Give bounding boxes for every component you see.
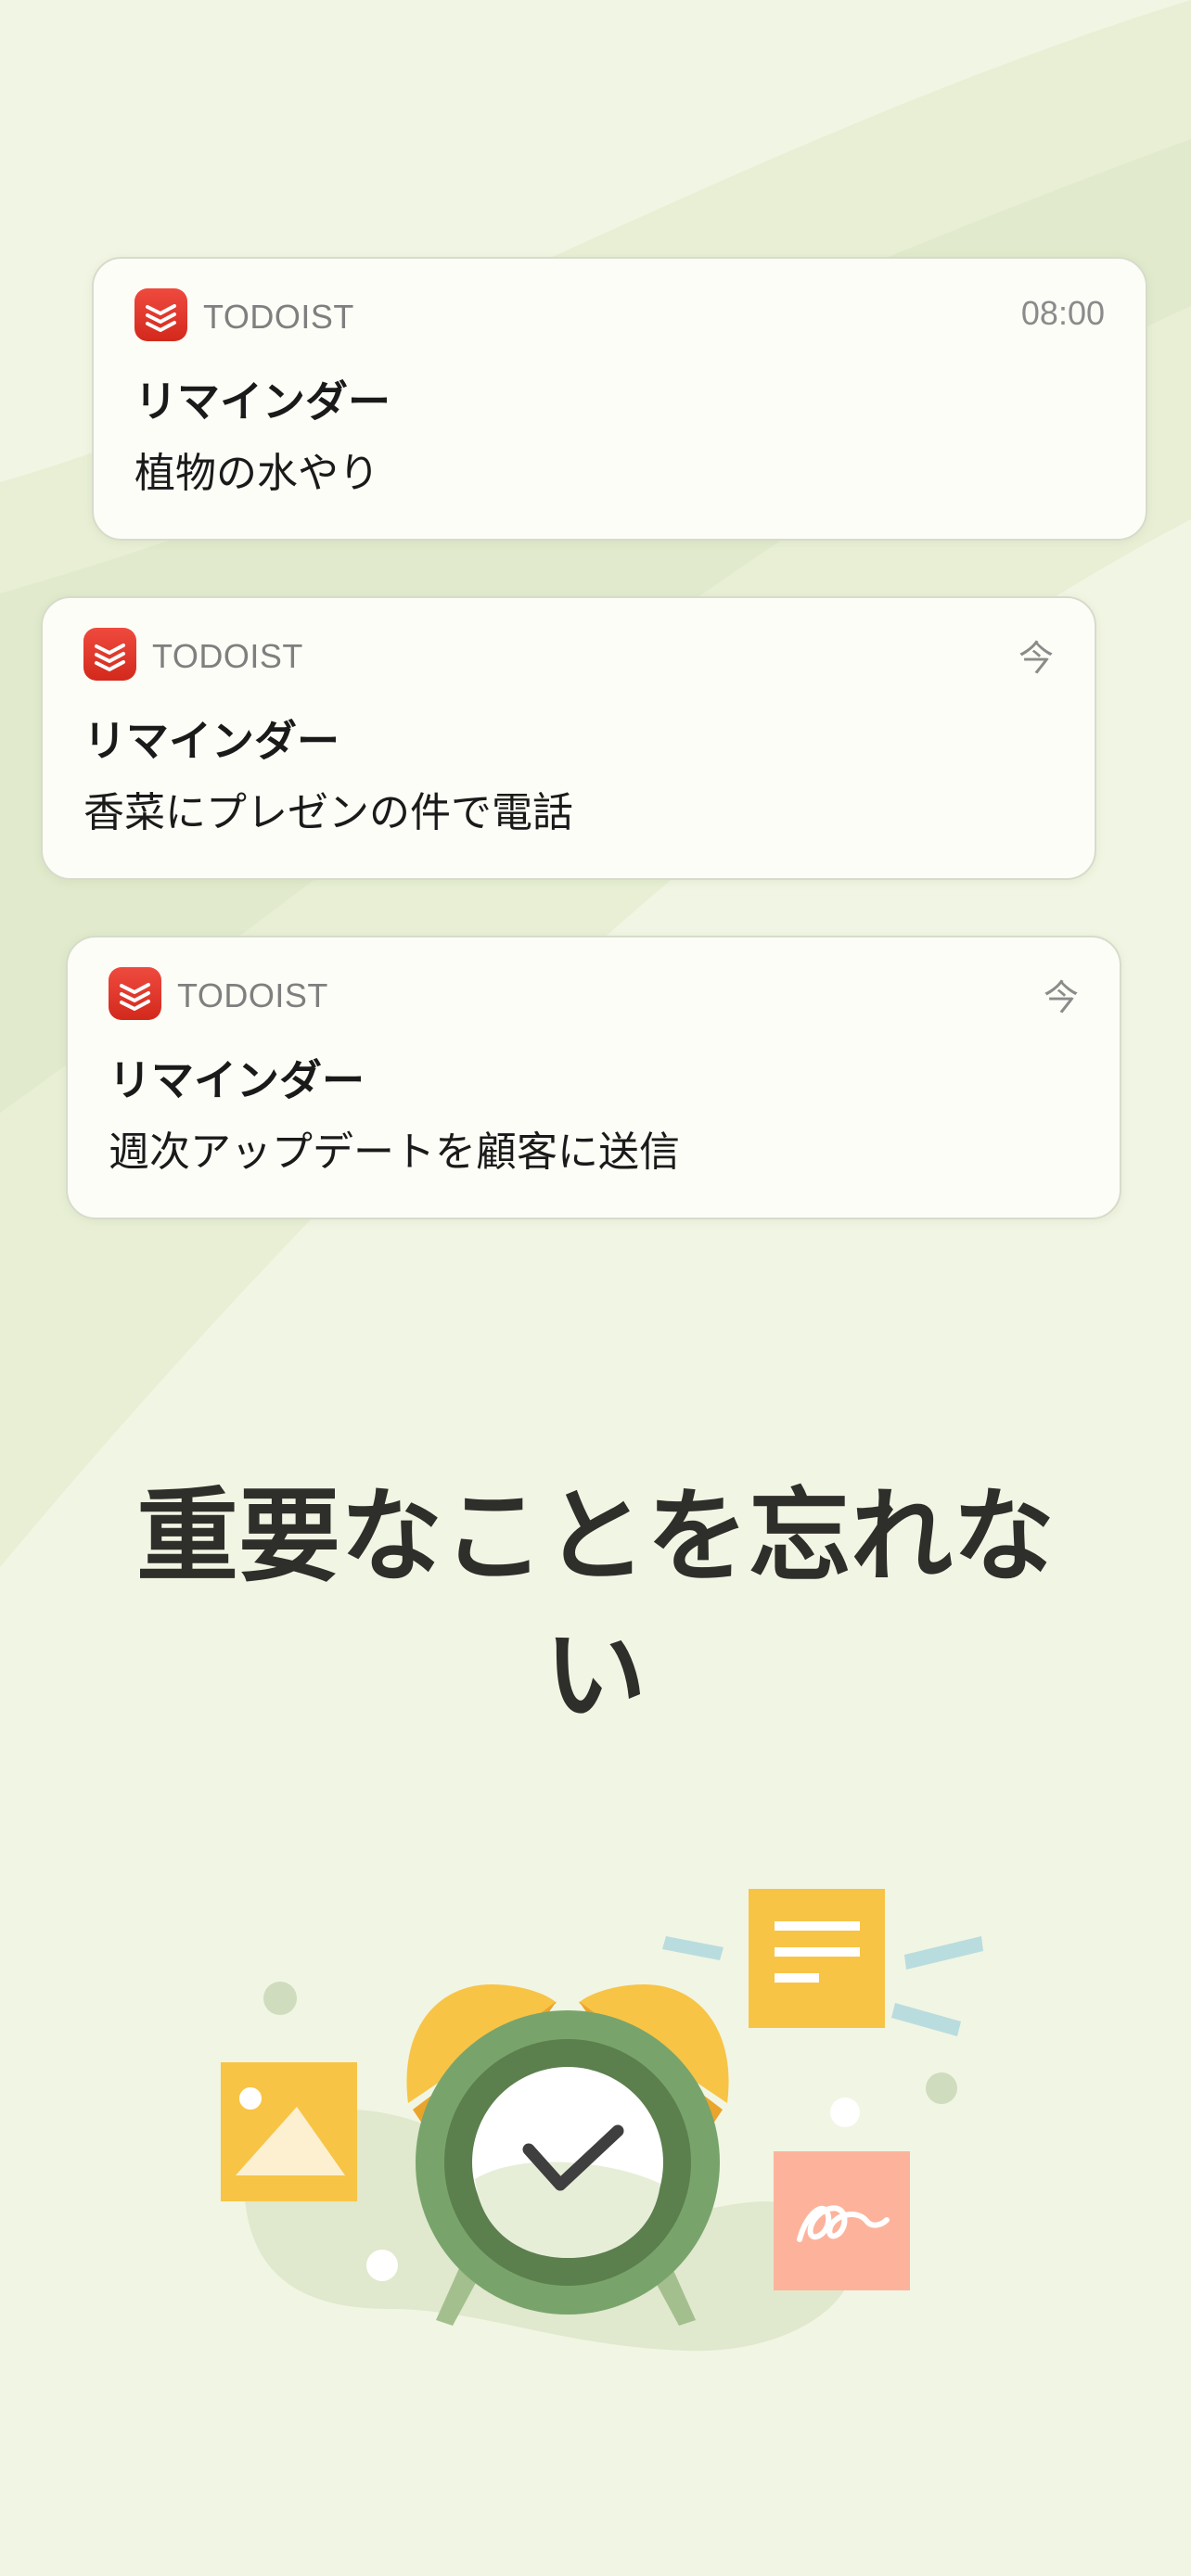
notification-app-name: TODOIST xyxy=(152,637,303,675)
signature-card-icon xyxy=(774,2151,910,2290)
decor-dot xyxy=(263,1982,297,2015)
ring-line xyxy=(904,1936,983,1970)
notification-card[interactable]: TODOIST 今 リマインダー 香菜にプレゼンの件で電話 xyxy=(41,596,1096,880)
alarm-clock-illustration xyxy=(221,1889,983,2352)
notification-title: リマインダー xyxy=(134,376,391,427)
note-card-icon xyxy=(749,1889,885,2028)
notification-card[interactable]: TODOIST 今 リマインダー 週次アップデートを顧客に送信 xyxy=(66,936,1121,1219)
notification-app-name: TODOIST xyxy=(177,976,328,1014)
todoist-logo-icon xyxy=(134,288,187,341)
notification-title: リマインダー xyxy=(109,1055,365,1105)
ring-line xyxy=(662,1936,724,1960)
decor-dot xyxy=(366,2250,398,2281)
decor-dot xyxy=(830,2098,860,2127)
notification-app-name: TODOIST xyxy=(203,298,354,336)
ring-line xyxy=(891,2003,961,2036)
headline-line-1: 重要なことを忘れな xyxy=(136,1477,1055,1596)
notification-body: 植物の水やり xyxy=(134,450,379,497)
notification-time: 今 xyxy=(1018,638,1054,679)
notification-body: 週次アップデートを顧客に送信 xyxy=(109,1129,680,1176)
todoist-logo-icon xyxy=(83,628,136,681)
notification-body: 香菜にプレゼンの件で電話 xyxy=(83,789,573,836)
notification-time: 今 xyxy=(1043,977,1079,1018)
headline-line-2: い xyxy=(544,1616,647,1735)
notification-title: リマインダー xyxy=(83,716,339,766)
todoist-logo-icon xyxy=(109,967,161,1020)
notification-time: 08:00 xyxy=(1020,294,1105,332)
image-card-icon xyxy=(221,2062,357,2201)
notification-card[interactable]: TODOIST 08:00 リマインダー 植物の水やり xyxy=(92,257,1147,541)
decor-dot xyxy=(926,2072,957,2104)
page-headline: 重要なことを忘れな い xyxy=(132,1467,1059,1745)
